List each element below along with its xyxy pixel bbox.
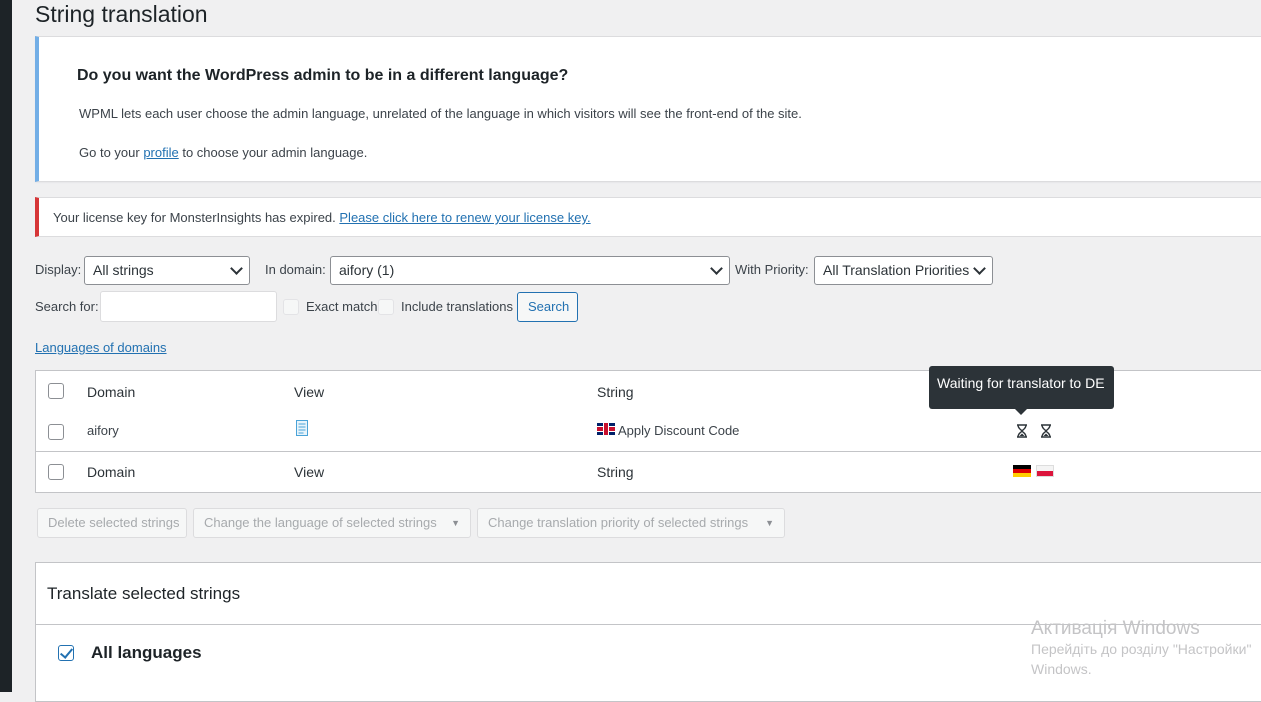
include-translations-checkbox[interactable] bbox=[378, 299, 394, 315]
change-language-select-label: Change the language of selected strings bbox=[204, 515, 437, 530]
languages-of-domains-link[interactable]: Languages of domains bbox=[35, 340, 167, 355]
change-priority-select-label: Change translation priority of selected … bbox=[488, 515, 749, 530]
display-select[interactable]: All strings bbox=[84, 256, 250, 285]
delete-selected-strings-button[interactable]: Delete selected strings bbox=[37, 508, 187, 538]
priority-select-value: All Translation Priorities bbox=[823, 262, 970, 278]
select-all-checkbox[interactable] bbox=[48, 383, 64, 399]
search-label: Search for: bbox=[35, 299, 99, 314]
translation-status-tooltip: Waiting for translator to DE bbox=[929, 366, 1114, 415]
column-domain[interactable]: Domain bbox=[87, 384, 135, 400]
row-string: Apply Discount Code bbox=[618, 423, 740, 438]
caret-down-icon: ▼ bbox=[765, 518, 774, 528]
flag-pl-icon bbox=[1036, 465, 1054, 477]
exact-match-label: Exact match bbox=[306, 299, 378, 314]
admin-language-notice-profile-text: Go to your profile to choose your admin … bbox=[79, 145, 367, 160]
domain-select[interactable]: aifory (1) bbox=[330, 256, 730, 285]
table-row: aifory Apply Discount Code bbox=[36, 411, 1261, 452]
profile-text-before: Go to your bbox=[79, 145, 144, 160]
chevron-down-icon bbox=[231, 264, 241, 274]
translate-panel-title: Translate selected strings bbox=[47, 584, 241, 603]
hourglass-icon[interactable] bbox=[1015, 424, 1029, 438]
flag-de-icon bbox=[1013, 465, 1031, 477]
renew-license-link[interactable]: Please click here to renew your license … bbox=[339, 210, 590, 225]
column-view: View bbox=[294, 384, 325, 400]
caret-down-icon: ▼ bbox=[451, 518, 460, 528]
column-string[interactable]: String bbox=[597, 384, 634, 400]
priority-label: With Priority: bbox=[735, 262, 809, 277]
document-icon[interactable] bbox=[296, 420, 308, 436]
page-title: String translation bbox=[35, 1, 208, 27]
search-input[interactable] bbox=[100, 291, 277, 322]
windows-activation-hint: Перейдіть до розділу "Настройки" bbox=[1031, 641, 1252, 657]
select-all-checkbox-footer[interactable] bbox=[48, 464, 64, 480]
display-label: Display: bbox=[35, 262, 82, 277]
flag-gb-icon bbox=[597, 423, 615, 435]
profile-link[interactable]: profile bbox=[143, 145, 178, 160]
search-button[interactable]: Search bbox=[517, 292, 578, 322]
admin-language-notice-heading: Do you want the WordPress admin to be in… bbox=[77, 67, 569, 84]
table-footer-row: Domain View String bbox=[36, 452, 1261, 493]
priority-select[interactable]: All Translation Priorities bbox=[814, 256, 993, 285]
row-checkbox[interactable] bbox=[48, 424, 64, 440]
domain-select-value: aifory (1) bbox=[339, 262, 395, 278]
admin-sidebar-edge bbox=[0, 0, 12, 692]
exact-match-checkbox[interactable] bbox=[283, 299, 299, 315]
column-string-footer[interactable]: String bbox=[597, 464, 634, 480]
row-domain: aifory bbox=[87, 423, 119, 438]
chevron-down-icon bbox=[974, 264, 984, 274]
display-select-value: All strings bbox=[93, 262, 154, 278]
domain-label: In domain: bbox=[265, 262, 326, 277]
column-view-footer: View bbox=[294, 464, 325, 480]
hourglass-icon[interactable] bbox=[1039, 424, 1053, 438]
all-languages-checkbox[interactable] bbox=[58, 645, 74, 661]
windows-activation-hint-2: Windows. bbox=[1031, 661, 1092, 677]
admin-language-notice: Do you want the WordPress admin to be in… bbox=[35, 36, 1261, 182]
include-translations-label: Include translations bbox=[401, 299, 514, 314]
change-language-select[interactable]: Change the language of selected strings … bbox=[193, 508, 471, 538]
license-expired-text: Your license key for MonsterInsights has… bbox=[53, 210, 340, 225]
windows-activation-watermark: Активація Windows bbox=[1031, 618, 1200, 639]
admin-language-notice-text: WPML lets each user choose the admin lan… bbox=[79, 106, 802, 121]
change-priority-select[interactable]: Change translation priority of selected … bbox=[477, 508, 785, 538]
all-languages-label: All languages bbox=[91, 643, 202, 662]
license-notice: Your license key for MonsterInsights has… bbox=[35, 197, 1261, 237]
profile-text-after: to choose your admin language. bbox=[178, 145, 368, 160]
column-domain-footer[interactable]: Domain bbox=[87, 464, 135, 480]
translate-panel-header: Translate selected strings bbox=[36, 563, 1261, 625]
license-notice-text: Your license key for MonsterInsights has… bbox=[53, 210, 591, 225]
chevron-down-icon bbox=[711, 264, 721, 274]
